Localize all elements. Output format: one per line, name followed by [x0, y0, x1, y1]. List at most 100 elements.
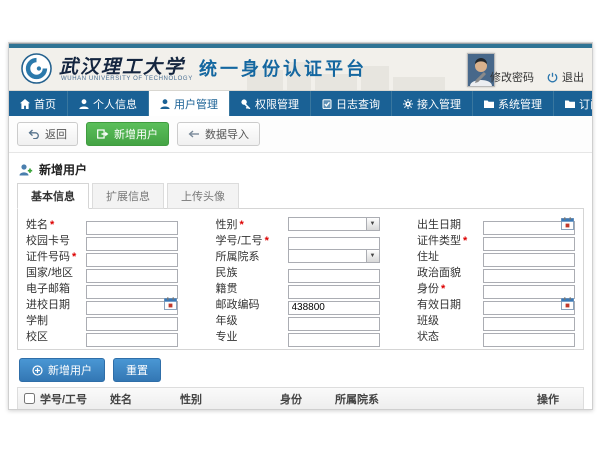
building-watermark [393, 77, 445, 90]
tab-upload-avatar[interactable]: 上传头像 [167, 183, 239, 209]
tab-basic-info[interactable]: 基本信息 [17, 183, 89, 209]
department-label: 所属院系 [216, 248, 288, 264]
id-type-field [483, 233, 575, 247]
form-field-major: 专业 [216, 329, 380, 343]
tab-extended-info[interactable]: 扩展信息 [92, 183, 164, 209]
section-title: 新增用户 [39, 161, 87, 178]
birth-date-label: 出生日期 [417, 216, 483, 232]
calendar-icon[interactable] [164, 297, 177, 310]
form-field-status: 状态 [417, 329, 575, 343]
political-status-field [483, 265, 575, 279]
form-column-1: 姓名*校园卡号证件号码*国家/地区电子邮箱进校日期学制校区 [26, 217, 178, 343]
back-button[interactable]: 返回 [17, 122, 78, 146]
logout-link[interactable]: 退出 [547, 69, 584, 85]
table-header-1: 学号/工号 [40, 391, 110, 407]
nav-item-system-management[interactable]: 系统管理 [473, 91, 554, 116]
major-label: 专业 [216, 328, 288, 344]
grade-field [288, 313, 380, 327]
table-header-3: 性别 [180, 391, 280, 407]
status-input[interactable] [483, 333, 575, 347]
nav-item-label: 订阅管理 [579, 96, 593, 112]
gear-icon [403, 99, 413, 109]
form-column-3: 出生日期证件类型*住址政治面貌身份*有效日期班级状态 [417, 217, 575, 343]
entry-date-field [86, 297, 178, 311]
form-field-entry-date: 进校日期 [26, 297, 178, 311]
gender-select[interactable]: ▼ [288, 217, 380, 231]
reset-button-label: 重置 [126, 362, 148, 378]
campus-field [86, 329, 178, 343]
submit-add-user-button[interactable]: 新增用户 [19, 358, 105, 382]
form-field-email: 电子邮箱 [26, 281, 178, 295]
dropdown-arrow-icon[interactable]: ▼ [366, 218, 379, 230]
back-arrow-icon [28, 129, 40, 139]
nav-item-home[interactable]: 首页 [9, 91, 68, 116]
nav-item-log-query[interactable]: 日志查询 [311, 91, 392, 116]
select-all-cell [18, 393, 40, 404]
nav-item-permission-management[interactable]: 权限管理 [230, 91, 311, 116]
submit-add-user-label: 新增用户 [48, 362, 92, 378]
campus-label: 校区 [26, 328, 86, 344]
form-field-address: 住址 [417, 249, 575, 263]
university-name: 武汉理工大学 [59, 52, 185, 79]
nav-item-subscription-management[interactable]: 订阅管理 [554, 91, 593, 116]
table-header-2: 姓名 [110, 391, 180, 407]
form-field-ethnicity: 民族 [216, 265, 380, 279]
back-button-label: 返回 [45, 126, 67, 142]
header-links: 修改密码 退出 [475, 69, 584, 85]
form-field-department: 所属院系 ▼ [216, 249, 380, 263]
nav-item-label: 接入管理 [417, 96, 461, 112]
campus-input[interactable] [86, 333, 178, 347]
form-field-identity: 身份* [417, 281, 575, 295]
address-field [483, 249, 575, 263]
nav-item-label: 系统管理 [498, 96, 542, 112]
calendar-icon[interactable] [561, 217, 574, 230]
data-import-button[interactable]: 数据导入 [177, 122, 260, 146]
student-staff-id-field [288, 233, 380, 247]
major-input[interactable] [288, 333, 380, 347]
change-password-link[interactable]: 修改密码 [475, 69, 534, 85]
form-field-political-status: 政治面貌 [417, 265, 575, 279]
university-logo [21, 53, 52, 84]
department-select[interactable]: ▼ [288, 249, 380, 263]
form-column-2: 性别*▼学号/工号*所属院系▼民族籍贯邮政编码年级专业 [216, 217, 380, 343]
valid-date-field [483, 297, 575, 311]
country-region-label: 国家/地区 [26, 264, 86, 280]
identity-label: 身份* [417, 280, 483, 296]
form-field-country-region: 国家/地区 [26, 265, 178, 279]
tab-bar: 基本信息扩展信息上传头像 [17, 183, 584, 208]
nav-item-user-management[interactable]: 用户管理 [149, 91, 230, 116]
required-asterisk: * [50, 219, 54, 231]
identity-field [483, 281, 575, 295]
form-field-student-staff-id: 学号/工号* [216, 233, 380, 247]
add-user-toolbar-button[interactable]: 新增用户 [86, 122, 169, 146]
gender-label: 性别* [216, 216, 288, 232]
campus-card-number-field [86, 233, 178, 247]
id-type-label: 证件类型* [417, 232, 483, 248]
form-field-class: 班级 [417, 313, 575, 327]
calendar-icon[interactable] [561, 297, 574, 310]
table-header-6: 操作 [537, 391, 583, 407]
postal-code-field [288, 297, 380, 311]
nav-item-access-management[interactable]: 接入管理 [392, 91, 473, 116]
plus-circle-icon [32, 365, 43, 376]
id-number-label: 证件号码* [26, 248, 86, 264]
required-asterisk: * [265, 235, 269, 247]
form-field-id-type: 证件类型* [417, 233, 575, 247]
home-icon [20, 99, 30, 109]
select-all-checkbox[interactable] [24, 393, 35, 404]
postal-code-label: 邮政编码 [216, 296, 288, 312]
data-import-label: 数据导入 [205, 126, 249, 142]
nav-item-label: 权限管理 [255, 96, 299, 112]
form-field-postal-code: 邮政编码 [216, 297, 380, 311]
reset-button[interactable]: 重置 [113, 358, 161, 382]
nav-item-label: 用户管理 [174, 96, 218, 112]
nav-item-profile[interactable]: 个人信息 [68, 91, 149, 116]
dropdown-arrow-icon[interactable]: ▼ [366, 250, 379, 262]
form-panel: 姓名*校园卡号证件号码*国家/地区电子邮箱进校日期学制校区性别*▼学号/工号*所… [17, 208, 584, 350]
form-field-gender: 性别* ▼ [216, 217, 380, 231]
ethnicity-field [288, 265, 380, 279]
required-asterisk: * [441, 283, 445, 295]
user-icon [79, 99, 89, 109]
form-field-valid-date: 有效日期 [417, 297, 575, 311]
schooling-length-field [86, 313, 178, 327]
